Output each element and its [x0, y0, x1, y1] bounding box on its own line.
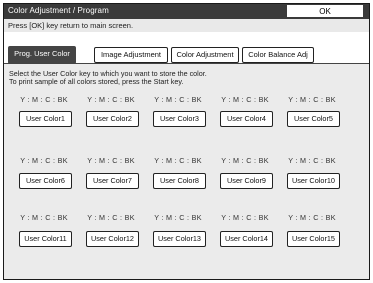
user-color-5-button[interactable]: User Color5 — [287, 111, 340, 127]
color-ratio-label: Y : M : C : BK — [20, 213, 68, 222]
user-color-4-button[interactable]: User Color4 — [220, 111, 273, 127]
color-ratio-label: Y : M : C : BK — [221, 95, 269, 104]
user-color-14-button[interactable]: User Color14 — [220, 231, 273, 247]
color-ratio-label: Y : M : C : BK — [87, 156, 135, 165]
ok-button[interactable]: OK — [287, 5, 363, 17]
color-ratio-label: Y : M : C : BK — [221, 156, 269, 165]
title-bar: Color Adjustment / Program OK — [4, 4, 369, 19]
color-ratio-label: Y : M : C : BK — [154, 213, 202, 222]
user-color-15-button[interactable]: User Color15 — [287, 231, 340, 247]
user-color-1-button[interactable]: User Color1 — [19, 111, 72, 127]
color-ratio-label: Y : M : C : BK — [221, 213, 269, 222]
tab-color-balance-adj[interactable]: Color Balance Adj — [242, 47, 314, 63]
color-ratio-label: Y : M : C : BK — [288, 213, 336, 222]
color-ratio-label: Y : M : C : BK — [87, 95, 135, 104]
instruction-text: Select the User Color key to which you w… — [9, 70, 207, 86]
color-ratio-label: Y : M : C : BK — [154, 95, 202, 104]
user-color-12-button[interactable]: User Color12 — [86, 231, 139, 247]
user-color-13-button[interactable]: User Color13 — [153, 231, 206, 247]
user-color-content: Select the User Color key to which you w… — [4, 64, 369, 279]
info-message: Press [OK] key return to main screen. — [8, 21, 134, 30]
tab-bar: Prog. User Color Image Adjustment Color … — [4, 32, 369, 64]
color-ratio-label: Y : M : C : BK — [154, 156, 202, 165]
user-color-11-button[interactable]: User Color11 — [19, 231, 72, 247]
color-ratio-label: Y : M : C : BK — [87, 213, 135, 222]
color-adjustment-program-panel: Color Adjustment / Program OK Press [OK]… — [3, 3, 370, 280]
tab-prog-user-color[interactable]: Prog. User Color — [8, 46, 76, 64]
user-color-7-button[interactable]: User Color7 — [86, 173, 139, 189]
user-color-10-button[interactable]: User Color10 — [287, 173, 340, 189]
tab-image-adjustment[interactable]: Image Adjustment — [94, 47, 168, 63]
color-ratio-label: Y : M : C : BK — [20, 95, 68, 104]
user-color-2-button[interactable]: User Color2 — [86, 111, 139, 127]
user-color-9-button[interactable]: User Color9 — [220, 173, 273, 189]
tab-color-adjustment[interactable]: Color Adjustment — [171, 47, 239, 63]
color-ratio-label: Y : M : C : BK — [20, 156, 68, 165]
window-title: Color Adjustment / Program — [8, 6, 109, 15]
color-ratio-label: Y : M : C : BK — [288, 95, 336, 104]
user-color-8-button[interactable]: User Color8 — [153, 173, 206, 189]
instruction-line-2: To print sample of all colors stored, pr… — [9, 77, 184, 86]
color-ratio-label: Y : M : C : BK — [288, 156, 336, 165]
user-color-3-button[interactable]: User Color3 — [153, 111, 206, 127]
user-color-6-button[interactable]: User Color6 — [19, 173, 72, 189]
